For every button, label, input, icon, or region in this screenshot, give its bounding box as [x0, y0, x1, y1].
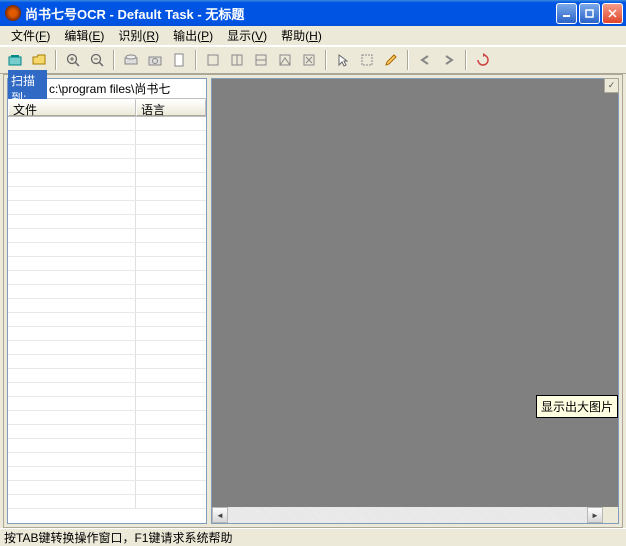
list-row	[8, 243, 206, 257]
titlebar: 尚书七号OCR - Default Task - 无标题	[0, 0, 626, 26]
layout4-icon[interactable]	[274, 49, 296, 71]
layout3-icon[interactable]	[250, 49, 272, 71]
list-row	[8, 341, 206, 355]
camera-icon[interactable]	[144, 49, 166, 71]
list-row	[8, 285, 206, 299]
select-rect-icon[interactable]	[356, 49, 378, 71]
menubar: 文件(F) 编辑(E) 识别(R) 输出(P) 显示(V) 帮助(H)	[0, 26, 626, 46]
open-icon[interactable]	[28, 49, 50, 71]
menu-edit[interactable]: 编辑(E)	[57, 25, 111, 46]
list-row	[8, 159, 206, 173]
list-row	[8, 467, 206, 481]
list-row	[8, 327, 206, 341]
next-icon[interactable]	[438, 49, 460, 71]
window-title: 尚书七号OCR - Default Task - 无标题	[25, 4, 556, 23]
column-language[interactable]: 语言	[136, 99, 206, 116]
list-row	[8, 117, 206, 131]
status-text: 按TAB键转换操作窗口，F1键请求系统帮助	[4, 529, 232, 546]
list-header: 文件 语言	[8, 99, 206, 117]
menu-help[interactable]: 帮助(H)	[274, 25, 329, 46]
tooltip: 显示出大图片	[536, 395, 618, 418]
list-row	[8, 383, 206, 397]
list-row	[8, 411, 206, 425]
image-viewport[interactable]: ✓ ◄ ►	[211, 78, 619, 524]
list-row	[8, 201, 206, 215]
close-button[interactable]	[602, 3, 623, 24]
list-row	[8, 425, 206, 439]
scan-path-row: 扫描到:	[8, 79, 206, 99]
pointer-icon[interactable]	[332, 49, 354, 71]
list-row	[8, 131, 206, 145]
list-row	[8, 215, 206, 229]
list-row	[8, 187, 206, 201]
list-row	[8, 495, 206, 509]
statusbar: 按TAB键转换操作窗口，F1键请求系统帮助	[0, 528, 626, 546]
workarea: 扫描到: 文件 语言	[3, 74, 623, 528]
menu-output[interactable]: 输出(P)	[166, 25, 220, 46]
window-buttons	[556, 3, 623, 24]
list-row	[8, 481, 206, 495]
layout1-icon[interactable]	[202, 49, 224, 71]
scrollbar-track[interactable]	[228, 507, 587, 523]
scroll-corner	[603, 507, 618, 523]
list-row	[8, 173, 206, 187]
list-row	[8, 453, 206, 467]
list-row	[8, 229, 206, 243]
scroll-right-button[interactable]: ►	[587, 507, 603, 523]
toolbar	[0, 46, 626, 74]
list-row	[8, 397, 206, 411]
page-icon[interactable]	[168, 49, 190, 71]
file-list-pane: 扫描到: 文件 语言	[7, 78, 207, 524]
minimize-button[interactable]	[556, 3, 577, 24]
list-row	[8, 439, 206, 453]
horizontal-scrollbar[interactable]: ◄ ►	[212, 507, 603, 523]
list-row	[8, 145, 206, 159]
edit-icon[interactable]	[380, 49, 402, 71]
list-row	[8, 369, 206, 383]
scanner-icon[interactable]	[120, 49, 142, 71]
app-icon	[5, 5, 21, 21]
list-row	[8, 271, 206, 285]
refresh-icon[interactable]	[472, 49, 494, 71]
menu-recognize[interactable]: 识别(R)	[111, 25, 166, 46]
layout5-icon[interactable]	[298, 49, 320, 71]
list-row	[8, 257, 206, 271]
maximize-button[interactable]	[579, 3, 600, 24]
list-row	[8, 299, 206, 313]
list-row	[8, 355, 206, 369]
scan-path-input[interactable]	[47, 80, 206, 98]
zoom-in-icon[interactable]	[62, 49, 84, 71]
menu-view[interactable]: 显示(V)	[220, 25, 274, 46]
prev-icon[interactable]	[414, 49, 436, 71]
scroll-left-button[interactable]: ◄	[212, 507, 228, 523]
menu-file[interactable]: 文件(F)	[4, 25, 57, 46]
file-list-body[interactable]	[8, 117, 206, 523]
scroll-up-button[interactable]: ✓	[604, 78, 619, 93]
scan-icon[interactable]	[4, 49, 26, 71]
zoom-out-icon[interactable]	[86, 49, 108, 71]
column-file[interactable]: 文件	[8, 99, 136, 116]
list-row	[8, 313, 206, 327]
layout2-icon[interactable]	[226, 49, 248, 71]
